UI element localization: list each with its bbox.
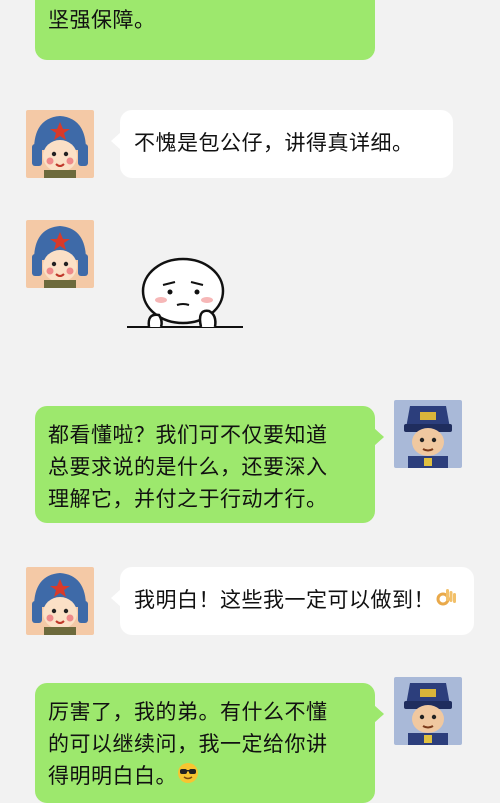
sunglasses-emoji xyxy=(177,761,199,793)
message-text: 不愧是包公仔，讲得真详细。 xyxy=(134,131,414,155)
message-text-line: 都看懂啦？我们可不仅要知道 xyxy=(48,423,328,447)
avatar-soldier[interactable] xyxy=(26,567,94,635)
message-bubble-white: 不愧是包公仔，讲得真详细。 xyxy=(111,110,453,178)
message-bubble-green: 都看懂啦？我们可不仅要知道 总要求说的是什么，还要深入 理解它，并付之于行动才行… xyxy=(35,406,384,523)
message-bubble-white: 我明白！这些我一定可以做到！ xyxy=(111,567,474,635)
avatar-soldier[interactable] xyxy=(26,220,94,288)
message-bubble-green: 坚强保障。 xyxy=(35,0,375,60)
message-text: 坚强保障。 xyxy=(48,8,156,32)
avatar-soldier[interactable] xyxy=(26,110,94,178)
thinking-face-sticker xyxy=(125,255,245,335)
avatar-policeman[interactable] xyxy=(394,677,462,745)
message-text-line: 理解它，并付之于行动才行。 xyxy=(48,487,328,511)
message-text-line: 总要求说的是什么，还要深入 xyxy=(48,455,328,479)
message-text: 我明白！这些我一定可以做到！ xyxy=(134,588,435,612)
avatar-policeman[interactable] xyxy=(394,400,462,468)
message-text-line: 的可以继续问，我一定给你讲 xyxy=(48,732,328,756)
message-text-line: 厉害了，我的弟。有什么不懂 xyxy=(48,700,328,724)
message-bubble-green: 厉害了，我的弟。有什么不懂 的可以继续问，我一定给你讲 得明明白白。 xyxy=(35,683,384,803)
message-text-line: 得明明白白。 xyxy=(48,764,177,788)
ok-hand-emoji xyxy=(435,585,457,617)
